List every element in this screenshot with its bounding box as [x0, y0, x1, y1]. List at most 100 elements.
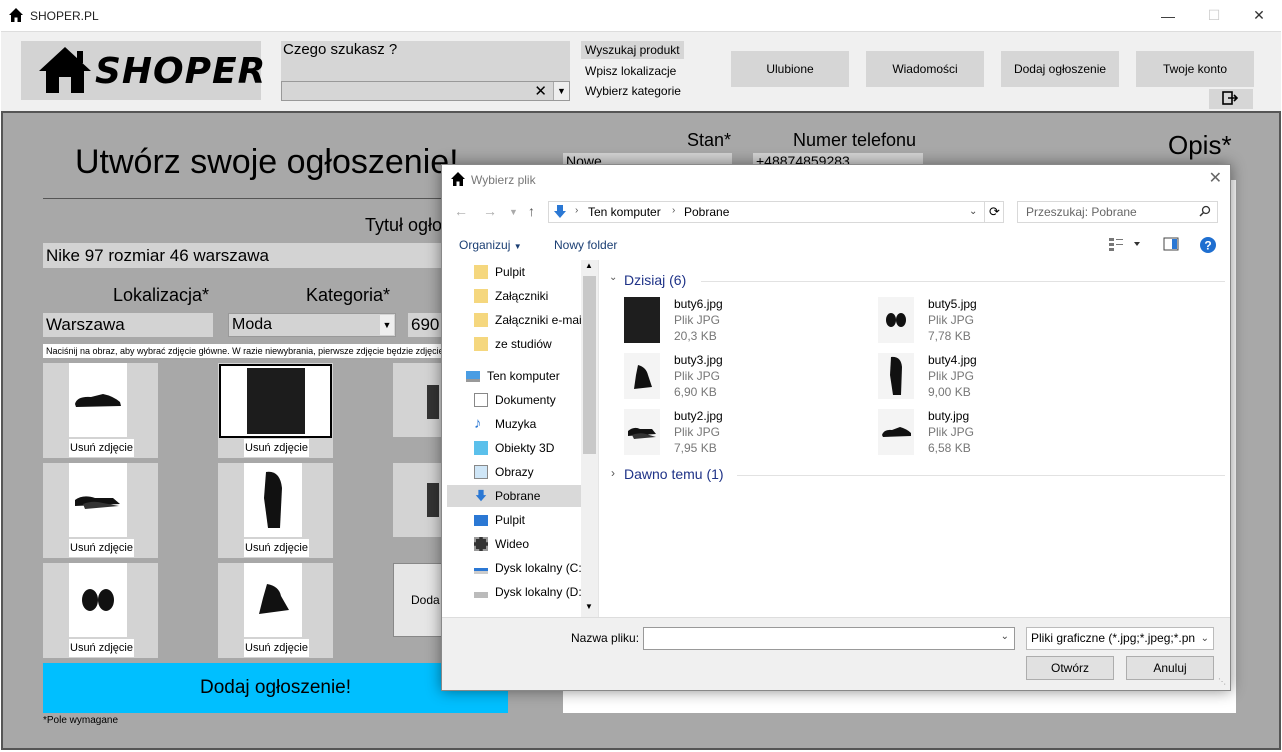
- chevron-down-icon[interactable]: ▼: [585, 602, 593, 611]
- minimize-icon[interactable]: —: [1145, 0, 1191, 31]
- refresh-icon[interactable]: ⟳: [984, 201, 1004, 223]
- add-photo-button[interactable]: Doda: [393, 563, 443, 637]
- address-bar[interactable]: › Ten komputer › Pobrane ⌄: [548, 201, 1004, 223]
- file-thumbnail: [878, 409, 914, 455]
- chevron-right-icon[interactable]: ›: [611, 466, 615, 480]
- category-select[interactable]: ✕ ▼: [281, 81, 570, 101]
- location-field[interactable]: Warszawa: [43, 313, 213, 337]
- photo-tile[interactable]: [393, 363, 443, 437]
- shoe-photo[interactable]: [244, 463, 302, 537]
- cancel-button[interactable]: Anuluj: [1126, 656, 1214, 680]
- new-folder-button[interactable]: Nowy folder: [554, 238, 617, 252]
- open-button[interactable]: Otwórz: [1026, 656, 1114, 680]
- file-type: Plik JPG: [674, 313, 721, 327]
- close-icon[interactable]: ✕: [1236, 0, 1282, 31]
- chevron-down-icon[interactable]: ⌄: [1001, 631, 1009, 642]
- location-input[interactable]: [281, 61, 570, 81]
- phone-input[interactable]: +48874859283: [753, 153, 923, 164]
- clear-icon[interactable]: ✕: [534, 82, 547, 100]
- remove-photo-button[interactable]: Usuń zdjęcie: [244, 639, 309, 657]
- forward-arrow-icon[interactable]: →: [483, 203, 497, 219]
- shoe-photo[interactable]: [219, 364, 332, 438]
- shoe-photo[interactable]: [69, 363, 127, 437]
- organize-button[interactable]: Organizuj ▼: [459, 238, 522, 252]
- chevron-down-icon[interactable]: ⌄: [609, 272, 617, 283]
- file-item[interactable]: buty.jpg Plik JPG 6,58 KB: [878, 406, 1128, 460]
- remove-photo-button[interactable]: Usuń zdjęcie: [69, 539, 134, 557]
- account-button[interactable]: Twoje konto: [1136, 51, 1254, 87]
- breadcrumb-downloads[interactable]: Pobrane: [684, 205, 729, 219]
- scrollbar-thumb[interactable]: [583, 276, 596, 454]
- resize-grip-icon[interactable]: ⋱: [1218, 677, 1226, 686]
- photo-tile[interactable]: Usuń zdjęcie: [218, 563, 333, 658]
- shoe-photo[interactable]: [427, 385, 439, 419]
- price-input[interactable]: 690: [408, 313, 443, 337]
- logo[interactable]: SHOPER: [21, 41, 265, 100]
- photo-tile-main[interactable]: Usuń zdjęcie: [218, 363, 333, 458]
- shoe-photo[interactable]: [244, 563, 302, 637]
- file-item[interactable]: buty5.jpg Plik JPG 7,78 KB: [878, 294, 1128, 348]
- messages-button[interactable]: Wiadomości: [866, 51, 984, 87]
- window-title: SHOPER.PL: [30, 9, 99, 23]
- search-input[interactable]: Przeszukaj: Pobrane: [1017, 201, 1218, 223]
- help-icon[interactable]: ?: [1199, 236, 1217, 257]
- preview-pane-icon[interactable]: [1163, 237, 1179, 254]
- file-item[interactable]: buty2.jpg Plik JPG 7,95 KB: [624, 406, 874, 460]
- chevron-down-icon[interactable]: ▼: [380, 315, 394, 335]
- choose-category-button[interactable]: Wybierz kategorie: [581, 82, 685, 100]
- add-listing-button[interactable]: Dodaj ogłoszenie: [1001, 51, 1119, 87]
- remove-photo-button[interactable]: Usuń zdjęcie: [69, 439, 134, 457]
- chevron-down-icon[interactable]: ▼: [553, 82, 569, 100]
- photo-tile[interactable]: [393, 463, 443, 537]
- nav-item-downloads[interactable]: Pobrane: [447, 485, 581, 507]
- nav-item-this-pc[interactable]: Ten komputer: [466, 365, 596, 387]
- remove-photo-button[interactable]: Usuń zdjęcie: [244, 539, 309, 557]
- file-item[interactable]: buty4.jpg Plik JPG 9,00 KB: [878, 350, 1128, 404]
- up-arrow-icon[interactable]: ↑: [528, 203, 535, 219]
- shoe-photo[interactable]: [69, 563, 127, 637]
- category-dropdown[interactable]: Moda ▼: [228, 313, 396, 337]
- remove-photo-button[interactable]: Usuń zdjęcie: [69, 639, 134, 657]
- submit-listing-button[interactable]: Dodaj ogłoszenie!: [43, 663, 508, 713]
- maximize-icon[interactable]: ☐: [1191, 0, 1237, 31]
- chevron-up-icon[interactable]: ▲: [585, 261, 593, 270]
- search-product-button[interactable]: Wyszukaj produkt: [581, 41, 684, 59]
- photo-tile[interactable]: Usuń zdjęcie: [218, 463, 333, 558]
- nav-item-label: Muzyka: [495, 417, 537, 431]
- navigation-pane: Pulpit Załączniki Załączniki e-mai ze st…: [442, 260, 597, 617]
- file-type-filter[interactable]: Pliki graficzne (*.jpg;*.jpeg;*.pn ⌄: [1026, 627, 1214, 650]
- shoe-photo[interactable]: [427, 483, 439, 517]
- photo-tile[interactable]: Usuń zdjęcie: [43, 563, 158, 658]
- favorites-button[interactable]: Ulubione: [731, 51, 849, 87]
- file-item[interactable]: buty3.jpg Plik JPG 6,90 KB: [624, 350, 874, 404]
- nav-item-label: Ten komputer: [487, 369, 560, 383]
- state-select[interactable]: Nowe: [563, 153, 732, 164]
- breadcrumb-computer[interactable]: Ten komputer: [588, 205, 661, 219]
- file-dialog: Wybierz plik ✕ ← → ▼ ↑ › Ten komputer › …: [441, 164, 1231, 691]
- search-input[interactable]: Czego szukasz ?: [281, 41, 570, 61]
- shoe-photo[interactable]: [69, 463, 127, 537]
- group-earlier[interactable]: Dawno temu (1): [624, 466, 724, 482]
- chevron-down-icon[interactable]: ▼: [509, 207, 518, 217]
- remove-photo-button[interactable]: Usuń zdjęcie: [244, 439, 309, 457]
- nav-item-label: Wideo: [495, 537, 530, 551]
- photo-tile[interactable]: Usuń zdjęcie: [43, 363, 158, 458]
- file-name: buty6.jpg: [674, 297, 723, 311]
- house-icon: [450, 171, 466, 190]
- title-input[interactable]: Nike 97 rozmiar 46 warszawa: [43, 243, 443, 268]
- file-item[interactable]: buty6.jpg Plik JPG 20,3 KB: [624, 294, 874, 348]
- file-size: 9,00 KB: [928, 385, 971, 399]
- close-icon[interactable]: ✕: [1209, 168, 1222, 188]
- logout-button[interactable]: [1209, 89, 1253, 109]
- filename-input[interactable]: ⌄: [643, 627, 1015, 650]
- chevron-down-icon[interactable]: ⌄: [1198, 628, 1209, 649]
- group-today[interactable]: Dzisiaj (6): [624, 272, 686, 288]
- video-icon: [474, 537, 488, 551]
- view-options-icon[interactable]: [1108, 236, 1142, 255]
- search-icon: [1199, 203, 1211, 223]
- nav-item-label: Pobrane: [495, 489, 541, 503]
- photo-tile[interactable]: Usuń zdjęcie: [43, 463, 158, 558]
- back-arrow-icon[interactable]: ←: [454, 203, 468, 219]
- chevron-down-icon[interactable]: ⌄: [969, 206, 977, 217]
- set-location-button[interactable]: Wpisz lokalizacje: [581, 62, 680, 80]
